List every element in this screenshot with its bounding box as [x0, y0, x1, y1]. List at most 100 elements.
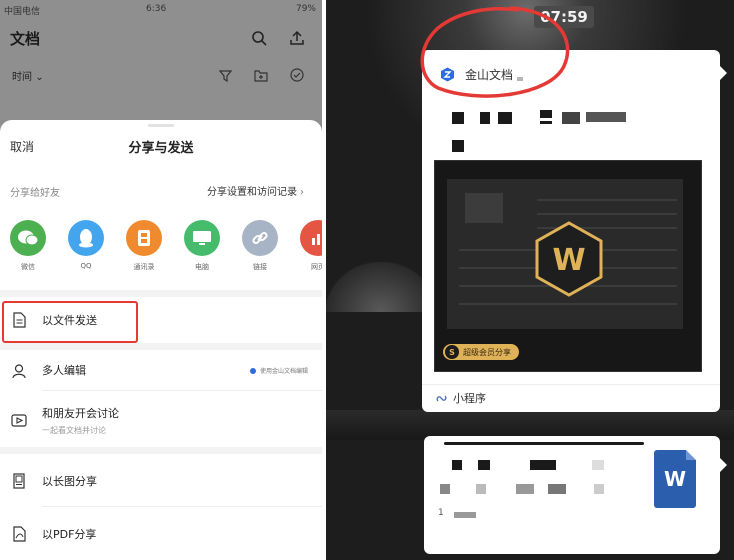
redacted-block [548, 484, 566, 494]
video-meeting-icon [10, 411, 28, 429]
share-app-row: 微信 QQ 通讯录 电脑 链接 网页 [0, 220, 322, 286]
share-app-label: 通讯录 [133, 263, 155, 271]
contacts-icon [126, 220, 162, 256]
battery-label: 79% [295, 4, 316, 14]
share-app-label: 网页 [311, 263, 322, 271]
word-icon-fold [686, 450, 696, 460]
word-glyph: W [663, 467, 687, 491]
premium-share-label: 超级会员分享 [463, 347, 511, 357]
new-folder-icon[interactable] [252, 66, 270, 84]
share-to-friends-label: 分享给好友 [10, 188, 60, 199]
long-image-row[interactable]: 以长图分享 [0, 454, 322, 506]
section-divider [0, 290, 322, 297]
page-title: 文档 [10, 30, 41, 48]
redacted-block [540, 121, 552, 124]
redacted-block [452, 112, 464, 124]
share-app-label: 链接 [253, 263, 267, 271]
share-app-label: QQ [80, 262, 92, 270]
long-image-icon [10, 472, 28, 490]
share-app-computer[interactable]: 电脑 [182, 220, 222, 272]
brand-name: 金山文档 [465, 68, 514, 82]
search-icon[interactable] [248, 27, 270, 49]
preview-image [465, 193, 503, 223]
discuss-row[interactable]: 和朋友开会讨论 一起看文档并讨论 [0, 391, 322, 447]
sort-dropdown[interactable]: 时间 ⌄ [12, 68, 44, 83]
chevron-down-icon: ⌄ [35, 72, 44, 83]
share-app-link[interactable]: 链接 [240, 220, 280, 272]
multi-edit-badge: 使用金山文档编辑 [249, 366, 308, 375]
share-app-web[interactable]: 网页 [298, 220, 322, 272]
mini-program-icon [436, 395, 447, 401]
wallpaper-mountain [326, 262, 436, 312]
kdocs-dot-icon [249, 367, 256, 374]
multi-edit-badge-label: 使用金山文档编辑 [259, 368, 308, 375]
share-sheet: 取消 分享与发送 分享给好友 分享设置和访问记录 › 微信 QQ 通讯录 电脑 … [0, 120, 322, 560]
file-message-card[interactable]: 1 W [424, 436, 727, 554]
redacted-block [586, 112, 626, 122]
brand-mark [517, 76, 524, 81]
share-app-wechat[interactable]: 微信 [8, 220, 48, 272]
redacted-block [498, 112, 512, 124]
redacted-stroke [444, 442, 644, 445]
redacted-block [540, 110, 552, 118]
redacted-block [476, 484, 486, 494]
highlight-box [2, 301, 138, 343]
kdocs-logo-icon [441, 67, 454, 82]
share-app-label: 微信 [21, 263, 35, 271]
share-app-label: 电脑 [195, 263, 209, 271]
multi-edit-row[interactable]: 多人编辑 使用金山文档编辑 [0, 350, 322, 390]
premium-share-badge: S 超级会员分享 [443, 344, 519, 360]
wechat-icon [10, 220, 46, 256]
left-phone: 中国电信 6:36 79% 文档 时间 ⌄ 取消 分享与发送 分享给好友 分享设… [0, 0, 322, 560]
word-file-icon: W [654, 450, 696, 508]
chevron-right-icon: › [300, 187, 304, 198]
section-divider [0, 447, 322, 454]
wps-logo-icon: W [535, 221, 603, 297]
mini-program-label: 小程序 [453, 392, 486, 405]
share-app-contacts[interactable]: 通讯录 [124, 220, 164, 272]
bubble-caret [720, 66, 727, 80]
bubble-caret [720, 458, 727, 472]
card-divider [422, 384, 720, 385]
web-icon [300, 220, 322, 256]
wps-logo-glyph: W [552, 243, 585, 278]
mini-program-card[interactable]: 金山文档 W S 超级会员分享 小程序 [422, 50, 727, 412]
select-check-icon[interactable] [288, 66, 306, 84]
brand-header: 金山文档 [440, 66, 524, 83]
carrier-label: 中国电信 [4, 7, 41, 17]
redacted-block [530, 460, 556, 470]
file-size-label: 1 [438, 508, 444, 518]
long-image-label: 以长图分享 [42, 475, 97, 488]
qq-icon [68, 220, 104, 256]
pdf-icon [10, 525, 28, 543]
pdf-share-row[interactable]: 以PDF分享 [0, 507, 322, 560]
link-icon [242, 220, 278, 256]
filter-icon[interactable] [216, 66, 234, 84]
upload-icon[interactable] [286, 27, 308, 49]
redacted-block [452, 460, 462, 470]
lock-time: 07:59 [534, 6, 594, 28]
share-app-qq[interactable]: QQ [66, 220, 106, 270]
redacted-block [478, 460, 490, 470]
status-bar: 中国电信 6:36 79% [0, 0, 322, 20]
share-settings-label: 分享设置和访问记录 [207, 187, 297, 198]
preview-line [459, 303, 677, 305]
redacted-block [440, 484, 450, 494]
premium-s-icon: S [445, 345, 459, 359]
section-divider [0, 343, 322, 350]
preview-line [537, 199, 677, 201]
doc-thumbnail: W S 超级会员分享 [434, 160, 702, 372]
pdf-share-label: 以PDF分享 [42, 528, 97, 541]
redacted-block [452, 140, 464, 152]
redacted-block [594, 484, 604, 494]
screenshot-root: 中国电信 6:36 79% 文档 时间 ⌄ 取消 分享与发送 分享给好友 分享设… [0, 0, 734, 560]
computer-icon [184, 220, 220, 256]
mini-program-footer: 小程序 [436, 390, 486, 406]
sheet-handle[interactable] [148, 124, 174, 127]
right-phone: 07:59 金山文档 W S 超级会员分享 小程序 1 W [326, 0, 734, 560]
redacted-block [516, 484, 534, 494]
sheet-title: 分享与发送 [128, 141, 194, 156]
redacted-block [592, 460, 604, 470]
person-icon [10, 362, 28, 380]
share-settings-link[interactable]: 分享设置和访问记录 › [207, 183, 304, 198]
